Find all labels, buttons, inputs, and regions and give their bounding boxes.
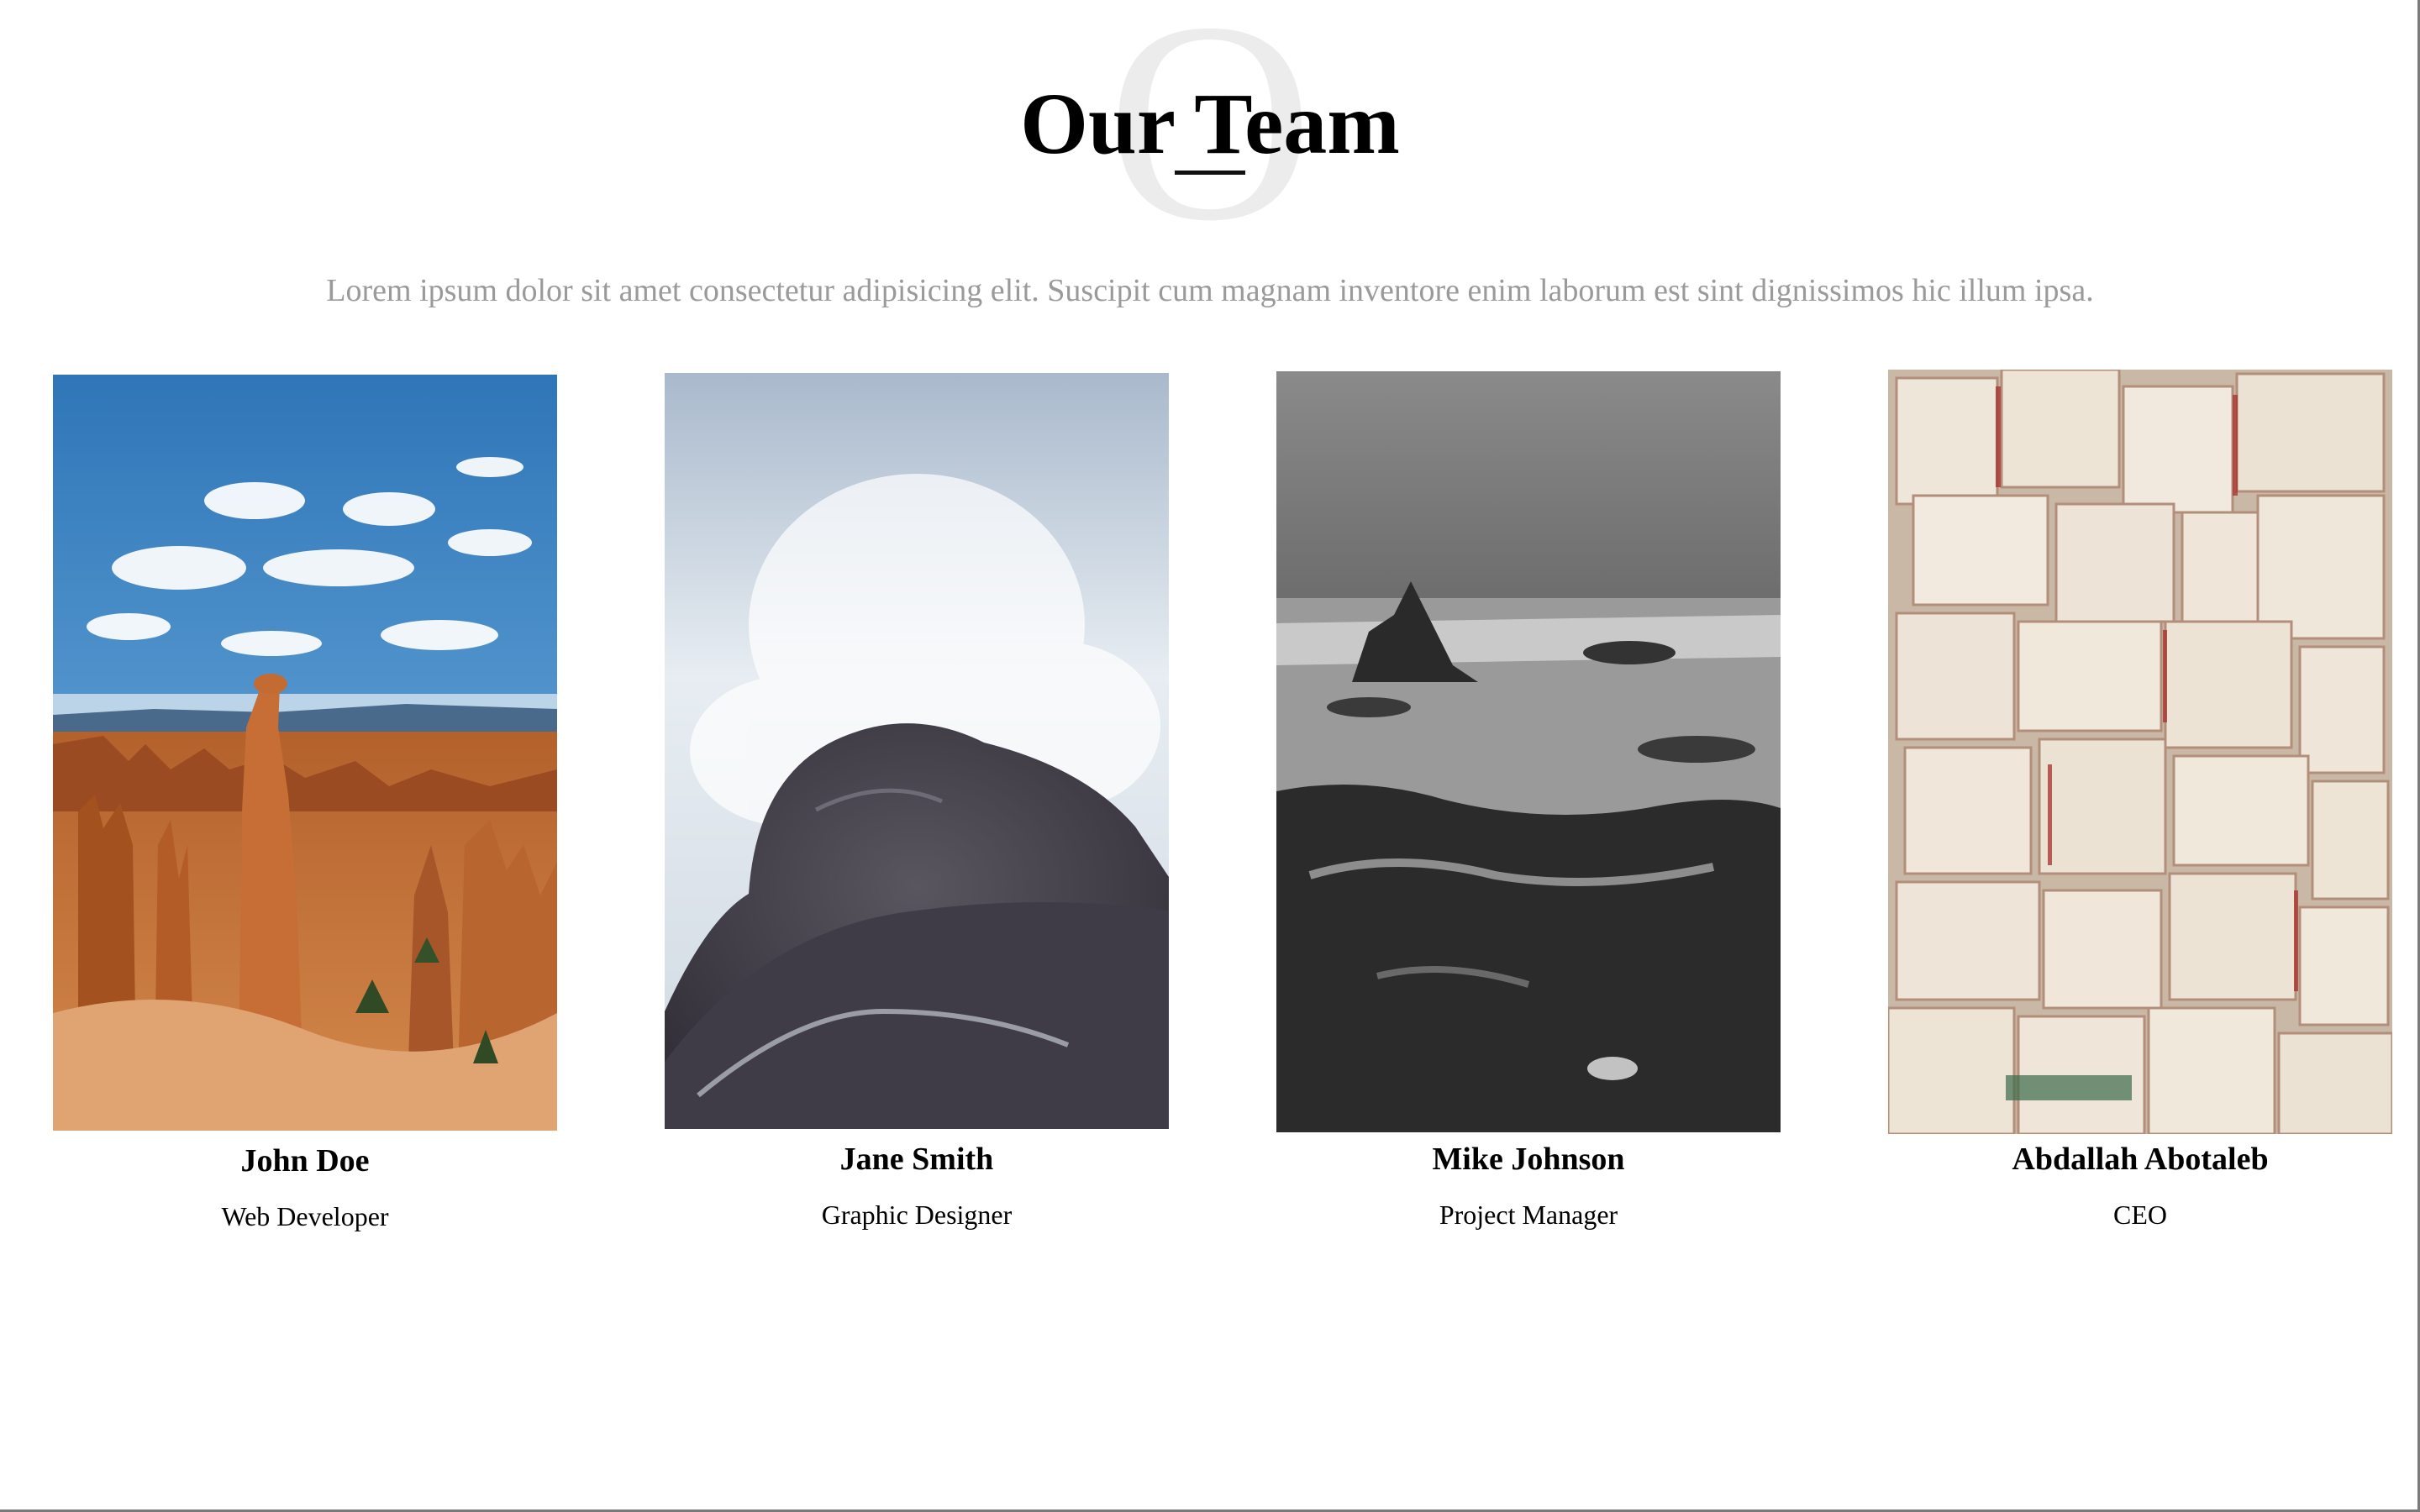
ocean-wave-on-rock-photo <box>665 373 1169 1129</box>
member-name: Mike Johnson <box>1432 1142 1625 1177</box>
team-member-card: Jane Smith Graphic Designer <box>665 373 1169 1231</box>
section-title: Our Team <box>1020 76 1400 172</box>
member-name: John Doe <box>240 1143 370 1179</box>
team-member-card: Abdallah Abotaleb CEO <box>1888 370 2392 1231</box>
member-name: Jane Smith <box>839 1142 994 1177</box>
canyon-hoodoos-photo <box>53 375 557 1131</box>
team-grid: John Doe Web Developer Jane Smith Graphi… <box>0 0 2420 1512</box>
member-role: Graphic Designer <box>821 1200 1013 1230</box>
team-member-card: Mike Johnson Project Manager <box>1276 371 1781 1231</box>
rocky-coast-bw-photo <box>1276 371 1781 1132</box>
member-role: Web Developer <box>221 1201 389 1231</box>
team-member-card: John Doe Web Developer <box>53 375 557 1233</box>
open-books-wall-photo <box>1888 370 2392 1134</box>
member-role: CEO <box>2113 1200 2167 1230</box>
member-role: Project Manager <box>1439 1200 1618 1230</box>
member-name: Abdallah Abotaleb <box>2012 1142 2269 1177</box>
title-underline <box>1175 171 1245 175</box>
